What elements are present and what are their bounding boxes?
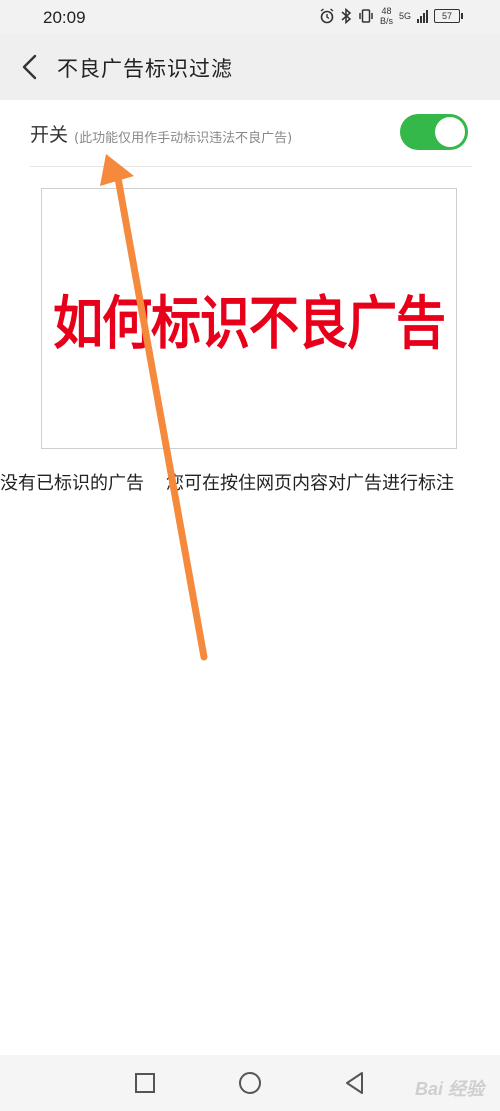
banner-image: 如何标识不良广告 (41, 188, 457, 449)
toggle-knob (435, 117, 465, 147)
empty-state-message: 没有已标识的广告 您可在按住网页内容对广告进行标注 (0, 471, 500, 497)
status-bar: 20:09 48 B/s 5G 57 (0, 0, 500, 34)
empty-state-line1: 没有已标识的广告 (0, 473, 144, 494)
triangle-nav-icon[interactable] (341, 1069, 369, 1097)
bluetooth-icon (341, 8, 352, 24)
navigation-bar: Bai 经验 (0, 1055, 500, 1111)
net-speed-unit: B/s (379, 16, 393, 26)
network-type: 5G (398, 11, 411, 21)
back-icon (22, 54, 37, 80)
watermark: Bai 经验 (414, 1079, 484, 1099)
status-icons: 48 B/s 5G 57 (319, 6, 463, 26)
signal-icon (417, 9, 428, 23)
title-bar: 不良广告标识过滤 (0, 34, 500, 100)
page-title: 不良广告标识过滤 (57, 57, 233, 81)
circle-nav-icon[interactable] (236, 1069, 264, 1097)
back-button[interactable] (16, 52, 46, 82)
battery-icon: 57 (434, 9, 463, 23)
square-nav-icon[interactable] (131, 1069, 159, 1097)
filter-toggle[interactable] (400, 114, 468, 150)
setting-label: 开关 (30, 124, 69, 146)
status-time: 20:09 (43, 8, 86, 27)
banner-text: 如何标识不良广告 (53, 289, 446, 357)
battery-level: 57 (441, 11, 452, 21)
empty-state-line2: 您可在按住网页内容对广告进行标注 (166, 473, 454, 494)
setting-description: (此功能仅用作手动标识违法不良广告) (74, 131, 293, 146)
filter-setting-row: 开关 (此功能仅用作手动标识违法不良广告) (30, 100, 472, 167)
net-speed-value: 48 (381, 6, 392, 16)
vibrate-icon (359, 9, 373, 23)
net-speed: 48 B/s (380, 6, 393, 26)
alarm-icon (320, 8, 334, 24)
